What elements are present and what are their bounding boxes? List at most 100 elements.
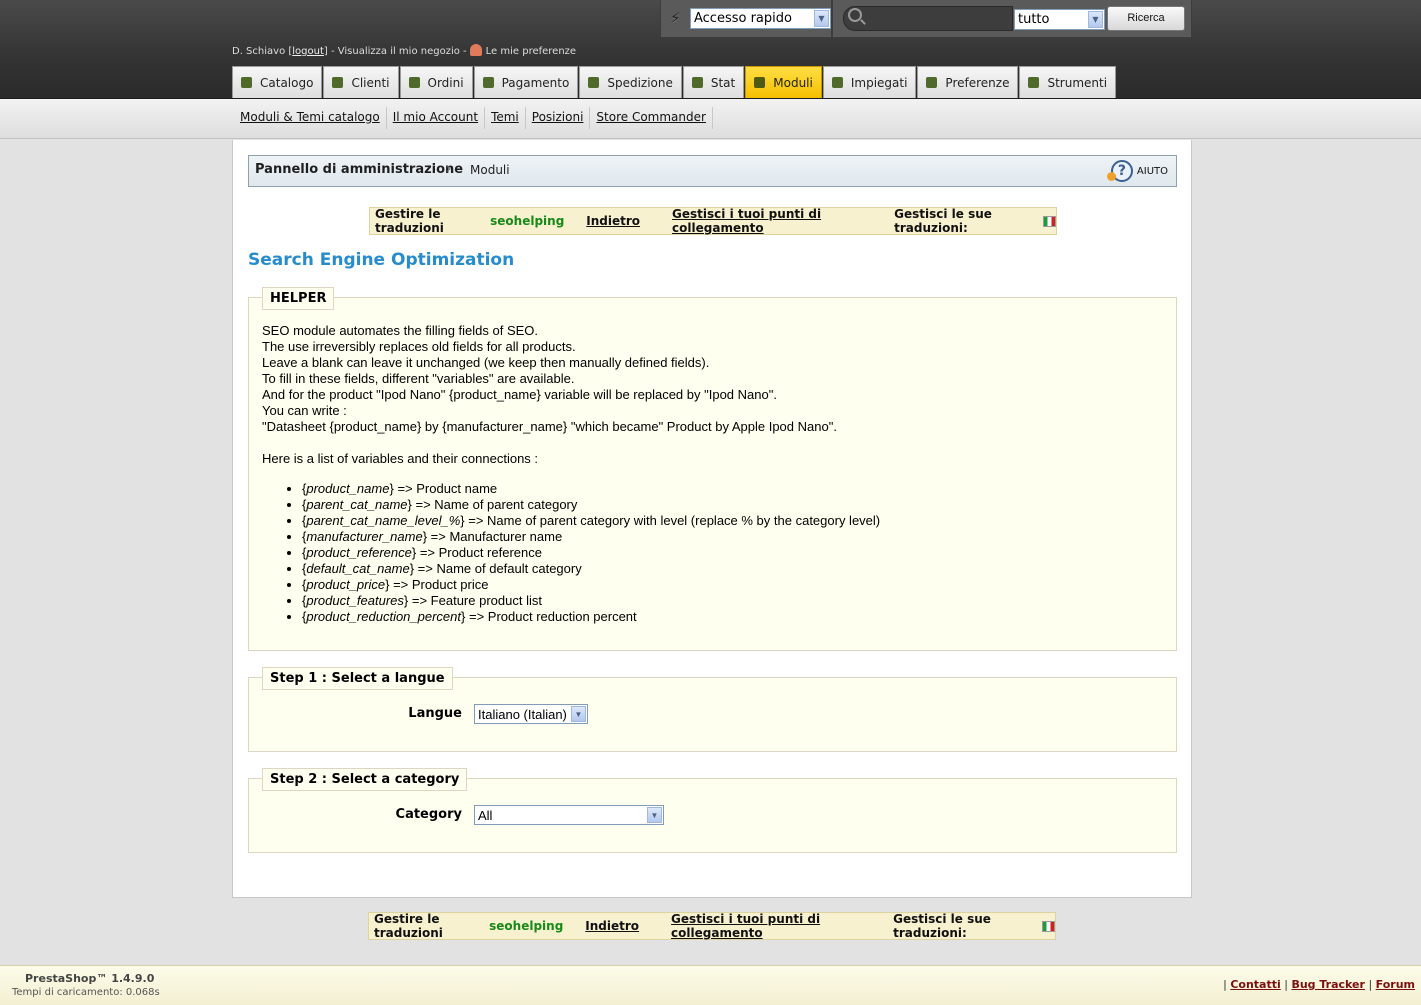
language-label: Langue — [408, 706, 462, 721]
load-time-text: Tempi di caricamento: 0.068s — [12, 987, 160, 998]
helper-list-intro: Here is a list of variables and their co… — [262, 451, 539, 466]
step1-fieldset: Step 1 : Select a langue Langue Italiano… — [248, 667, 1177, 752]
footer: PrestaShop™ 1.4.9.0 Tempi di caricamento… — [0, 965, 1421, 1005]
puzzle-icon — [754, 77, 766, 88]
user-name: D. Schiavo [ — [232, 46, 293, 57]
helper-line: And for the product "Ipod Nano" {product… — [262, 387, 777, 402]
page-title: Search Engine Optimization — [248, 250, 515, 270]
chevron-down-icon: ▼ — [647, 807, 662, 823]
helper-body: SEO module automates the filling fields … — [262, 323, 1162, 625]
list-item: {product_reference} => Product reference — [302, 545, 1162, 561]
payment-icon — [482, 77, 494, 88]
list-item: {product_reduction_percent} => Product r… — [302, 609, 1162, 625]
customers-icon — [332, 77, 344, 88]
module-name: seohelping — [489, 919, 564, 933]
back-link[interactable]: Indietro — [586, 214, 640, 228]
view-shop-text[interactable]: ] - Visualizza il mio negozio - — [324, 46, 467, 57]
tab-pagamento[interactable]: Pagamento — [473, 66, 579, 98]
sub-navigation: Moduli & Temi catalogo Il mio Account Te… — [0, 99, 1421, 139]
bug-tracker-link[interactable]: Bug Tracker — [1291, 978, 1365, 991]
tab-ordini[interactable]: Ordini — [399, 66, 473, 98]
sliders-icon — [926, 77, 938, 88]
italian-flag-icon[interactable] — [1042, 215, 1056, 227]
employees-icon — [831, 77, 843, 88]
truck-icon — [588, 77, 600, 88]
helper-line: The use irreversibly replaces old fields… — [262, 339, 576, 354]
help-button[interactable]: ? AIUTO — [1106, 160, 1168, 182]
tab-stat[interactable]: Stat — [682, 66, 745, 98]
list-item: {product_features} => Feature product li… — [302, 593, 1162, 609]
tools-icon — [1028, 77, 1040, 88]
breadcrumb-separator-icon: › — [446, 161, 452, 177]
search-icon — [848, 8, 862, 22]
search-panel: tutto ▼ Ricerca — [832, 0, 1192, 38]
category-select[interactable]: All ▼ — [474, 805, 664, 825]
manage-hooks-link[interactable]: Gestisci i tuoi punti di collegamento — [672, 207, 868, 235]
list-item: {product_name} => Product name — [302, 481, 1162, 497]
helper-fieldset: HELPER SEO module automates the filling … — [248, 287, 1177, 651]
breadcrumb-current: Moduli — [470, 163, 510, 177]
chevron-down-icon: ▼ — [1088, 11, 1103, 28]
quick-access-panel: ⚡ Accesso rapido ▼ — [660, 0, 832, 38]
subnav-store-commander[interactable]: Store Commander — [590, 107, 713, 129]
module-name: seohelping — [490, 214, 565, 228]
subnav-positions[interactable]: Posizioni — [526, 107, 591, 129]
footer-links: | Contatti | Bug Tracker | Forum — [1223, 978, 1415, 991]
subnav-modules-themes[interactable]: Moduli & Temi catalogo — [234, 107, 387, 129]
helper-line: SEO module automates the filling fields … — [262, 323, 539, 338]
italian-flag-icon[interactable] — [1041, 920, 1055, 932]
search-input[interactable] — [843, 6, 1013, 31]
forum-link[interactable]: Forum — [1376, 978, 1415, 991]
search-scope-select[interactable]: tutto ▼ — [1014, 9, 1105, 30]
back-link[interactable]: Indietro — [585, 919, 639, 933]
subnav-my-account[interactable]: Il mio Account — [387, 107, 486, 129]
cart-icon — [408, 77, 420, 88]
helper-legend: HELPER — [262, 287, 335, 310]
my-preferences-link[interactable]: Le mie preferenze — [486, 46, 576, 57]
quick-access-select[interactable]: Accesso rapido ▼ — [690, 8, 831, 29]
subnav-themes[interactable]: Temi — [485, 107, 526, 129]
list-item: {manufacturer_name} => Manufacturer name — [302, 529, 1162, 545]
tab-preferenze[interactable]: Preferenze — [917, 66, 1019, 98]
helper-line: Leave a blank can leave it unchanged (we… — [262, 355, 710, 370]
chevron-down-icon: ▼ — [571, 706, 586, 722]
tab-clienti[interactable]: Clienti — [323, 66, 399, 98]
category-label: Category — [395, 807, 462, 822]
list-item: {parent_cat_name} => Name of parent cate… — [302, 497, 1162, 513]
tab-moduli[interactable]: Moduli — [745, 66, 822, 98]
tab-strumenti[interactable]: Strumenti — [1019, 66, 1117, 98]
breadcrumb: Pannello di amministrazione › Moduli ? A… — [248, 155, 1177, 187]
manage-hooks-link[interactable]: Gestisci i tuoi punti di collegamento — [671, 912, 867, 940]
search-button[interactable]: Ricerca — [1107, 6, 1185, 31]
step2-fieldset: Step 2 : Select a category Category All … — [248, 768, 1177, 853]
helper-line: "Datasheet {product_name} by {manufactur… — [262, 419, 837, 434]
tab-impiegati[interactable]: Impiegati — [822, 66, 917, 98]
main-tabs: Catalogo Clienti Ordini Pagamento Spediz… — [232, 66, 1117, 98]
admin-header: ⚡ Accesso rapido ▼ tutto ▼ Ricerca D. Sc… — [0, 0, 1421, 99]
help-label: AIUTO — [1136, 165, 1168, 177]
logout-link[interactable]: logout — [292, 46, 324, 57]
help-icon: ? — [1106, 160, 1133, 182]
preferences-icon — [469, 44, 482, 56]
translation-bar-bottom: Gestire le traduzioni seohelping Indietr… — [368, 912, 1056, 940]
language-select[interactable]: Italiano (Italian) ▼ — [474, 704, 588, 724]
stats-icon — [691, 77, 703, 88]
step1-legend: Step 1 : Select a langue — [262, 667, 453, 690]
helper-line: To fill in these fields, different "vari… — [262, 371, 575, 386]
list-item: {default_cat_name} => Name of default ca… — [302, 561, 1162, 577]
chevron-down-icon: ▼ — [814, 10, 829, 27]
helper-line: You can write : — [262, 403, 347, 418]
catalog-icon — [241, 77, 252, 88]
contacts-link[interactable]: Contatti — [1230, 978, 1280, 991]
main-content: Pannello di amministrazione › Moduli ? A… — [232, 140, 1192, 898]
variables-list: {product_name} => Product name {parent_c… — [302, 481, 1162, 625]
user-info-line: D. Schiavo [logout] - Visualizza il mio … — [232, 44, 576, 57]
translation-bar-top: Gestire le traduzioni seohelping Indietr… — [369, 207, 1057, 235]
tab-spedizione[interactable]: Spedizione — [579, 66, 682, 98]
step2-legend: Step 2 : Select a category — [262, 768, 468, 791]
version-text: PrestaShop™ 1.4.9.0 — [25, 972, 155, 985]
tab-catalogo[interactable]: Catalogo — [232, 66, 323, 98]
breadcrumb-home[interactable]: Pannello di amministrazione — [255, 162, 463, 177]
bolt-icon: ⚡ — [670, 9, 681, 27]
list-item: {parent_cat_name_level_%} => Name of par… — [302, 513, 1162, 529]
